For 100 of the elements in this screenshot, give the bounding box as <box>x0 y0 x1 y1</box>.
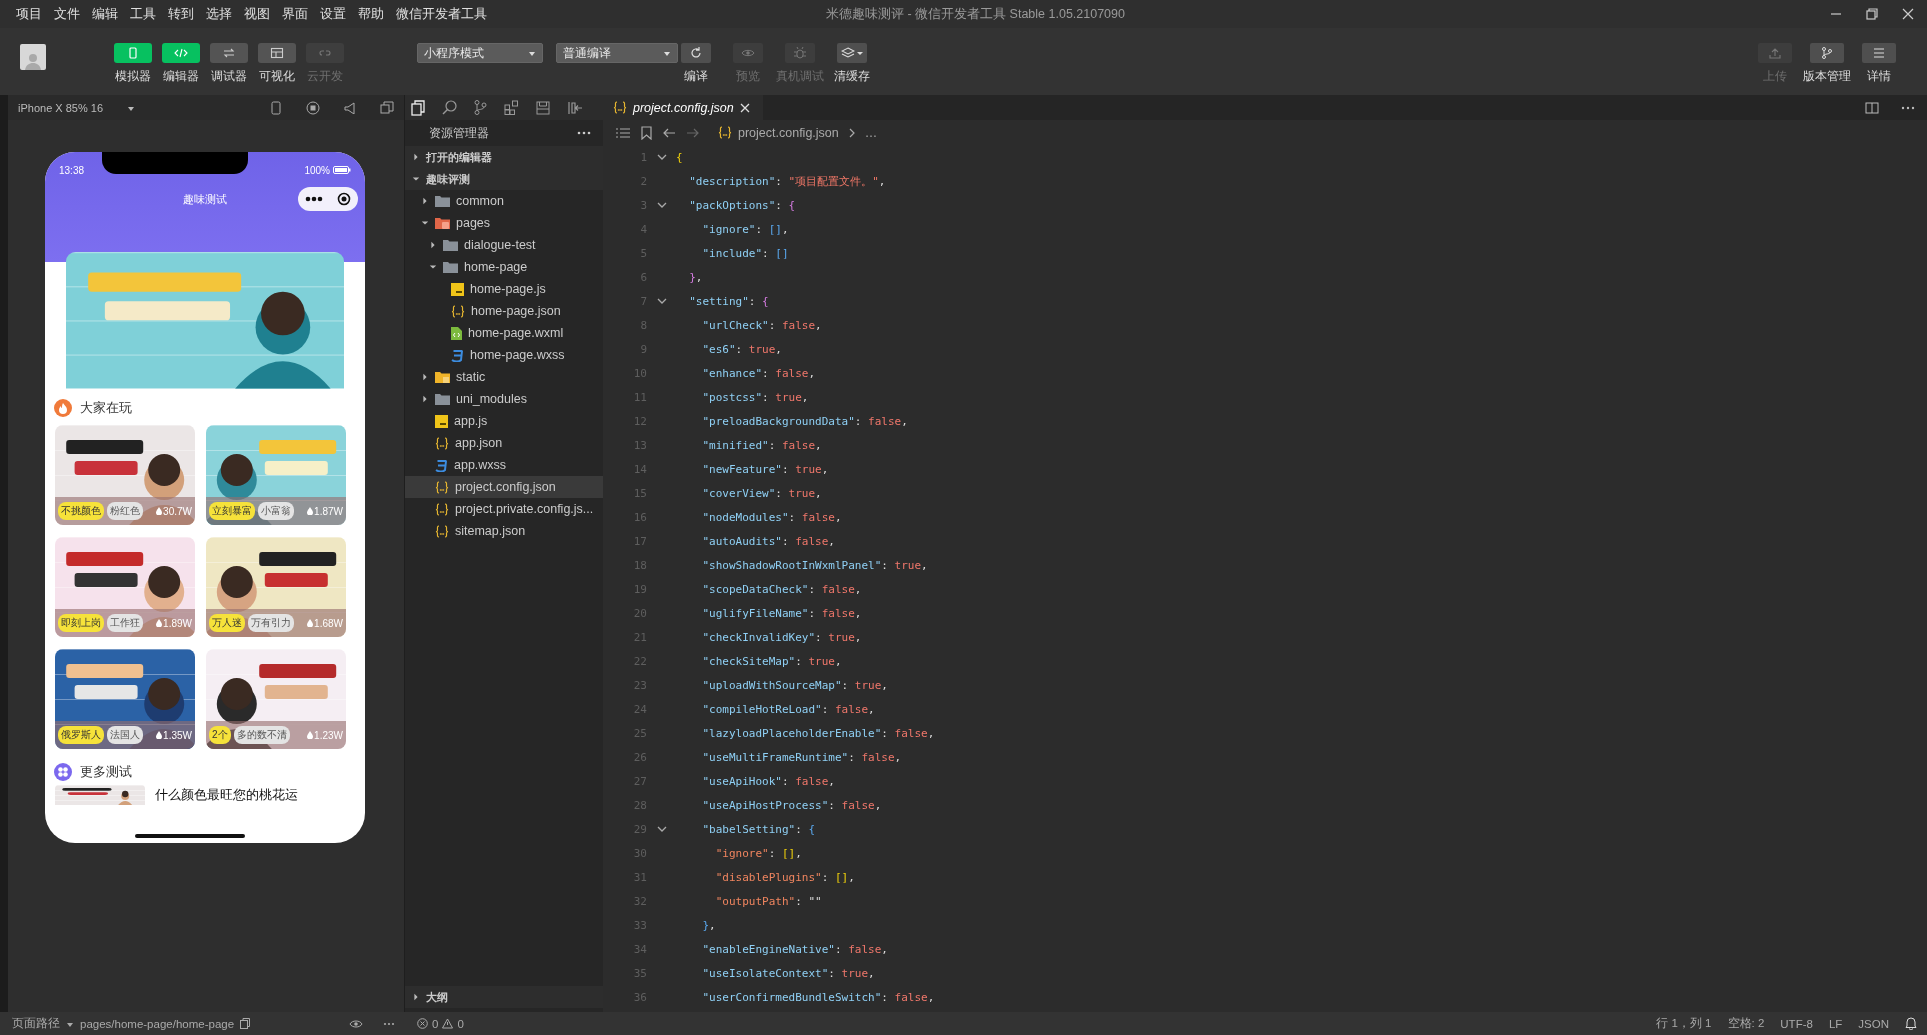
file-tree-item[interactable]: project.private.config.js... <box>405 498 603 520</box>
speaker-icon[interactable] <box>344 101 356 114</box>
save-icon[interactable] <box>536 100 550 115</box>
branch-icon[interactable] <box>474 100 487 115</box>
toolbar-button[interactable] <box>681 43 711 63</box>
status-item[interactable]: 空格: 2 <box>1727 1016 1765 1031</box>
search-icon[interactable] <box>442 100 457 115</box>
section-header[interactable]: 趣味评测 <box>405 168 603 190</box>
file-tree-item[interactable]: dialogue-test <box>405 234 603 256</box>
code-line: "checkInvalidKey": true, <box>702 630 862 644</box>
menu-item[interactable]: 设置 <box>318 5 348 23</box>
panel-title: 资源管理器 <box>429 125 489 141</box>
compile-select[interactable]: 普通编译 <box>556 43 678 63</box>
forward-arrow-icon[interactable] <box>686 126 700 139</box>
back-arrow-icon[interactable] <box>662 126 676 139</box>
bookmark-icon[interactable] <box>641 125 652 140</box>
toolbar-button[interactable] <box>1862 43 1896 63</box>
tag: 2个 <box>209 726 231 744</box>
code-line: "babelSetting": { <box>702 822 816 836</box>
menu-item[interactable]: 选择 <box>204 5 234 23</box>
menu-item[interactable]: 文件 <box>52 5 82 23</box>
phone-icon[interactable] <box>270 100 282 115</box>
status-time: 13:38 <box>59 164 85 176</box>
menu-item[interactable]: 帮助 <box>356 5 386 23</box>
windows-icon[interactable] <box>380 100 394 115</box>
test-card[interactable]: 即刻上岗 工作狂 1.89W <box>55 537 195 637</box>
list-icon[interactable] <box>615 126 631 139</box>
menu-item[interactable]: 微信开发者工具 <box>394 5 489 23</box>
file-tree-item[interactable]: home-page <box>405 256 603 278</box>
menu-item[interactable]: 视图 <box>242 5 272 23</box>
file-tree-item[interactable]: app.wxss <box>405 454 603 476</box>
files-icon[interactable] <box>411 99 425 116</box>
button-label: 编译 <box>684 68 708 85</box>
extensions-icon[interactable] <box>504 100 519 115</box>
collapse-panel-icon[interactable] <box>567 100 583 115</box>
restore-icon[interactable] <box>1865 7 1879 21</box>
tag: 小富翁 <box>258 502 294 520</box>
menu-item[interactable]: 界面 <box>280 5 310 23</box>
target-icon[interactable] <box>337 192 351 206</box>
menu-item[interactable]: 工具 <box>128 5 158 23</box>
status-item[interactable]: JSON <box>1858 1017 1889 1030</box>
copy-icon[interactable] <box>240 1018 251 1029</box>
device-select[interactable]: iPhone X 85% 16 <box>18 101 103 114</box>
record-icon[interactable] <box>306 100 320 115</box>
eye-icon[interactable] <box>349 1018 363 1029</box>
view-toggle-button[interactable] <box>210 43 248 63</box>
file-tree-item[interactable]: home-page.json <box>405 300 603 322</box>
page-path-select[interactable]: 页面路径 <box>12 1016 60 1031</box>
test-card[interactable]: 立刻暴富 小富翁 1.87W <box>206 425 346 525</box>
file-tree-item[interactable]: app.js <box>405 410 603 432</box>
file-tree-item[interactable]: home-page.wxml <box>405 322 603 344</box>
mode-select[interactable]: 小程序模式 <box>417 43 543 63</box>
warning-icon[interactable] <box>442 1018 454 1029</box>
section-header[interactable]: 打开的编辑器 <box>405 146 603 168</box>
drop-icon <box>156 507 163 515</box>
json-file-icon <box>435 502 449 516</box>
test-card[interactable]: 不挑颜色 粉红色 30.7W <box>55 425 195 525</box>
section-header[interactable]: 大纲 <box>405 986 603 1008</box>
code-line: "minified": false, <box>702 438 822 452</box>
warning-count[interactable]: 0 <box>457 1017 464 1030</box>
bell-icon[interactable] <box>1905 1017 1917 1030</box>
menu-item[interactable]: 项目 <box>14 5 44 23</box>
file-tree-item[interactable]: app.json <box>405 432 603 454</box>
menu-item[interactable]: 编辑 <box>90 5 120 23</box>
capsule-button[interactable] <box>298 187 358 211</box>
toolbar-button[interactable] <box>837 43 867 63</box>
close-icon[interactable] <box>739 102 750 113</box>
test-card[interactable]: 俄罗斯人 法国人 1.35W <box>55 649 195 749</box>
file-tree-item[interactable]: uni_modules <box>405 388 603 410</box>
status-item[interactable]: 行 1，列 1 <box>1656 1016 1712 1031</box>
caret-icon <box>528 49 536 57</box>
file-tree-item[interactable]: sitemap.json <box>405 520 603 542</box>
error-icon[interactable] <box>417 1018 428 1029</box>
tag: 不挑颜色 <box>58 502 104 520</box>
close-icon[interactable] <box>1901 7 1915 21</box>
code-line: "autoAudits": false, <box>702 534 835 548</box>
file-tree-item[interactable]: pages <box>405 212 603 234</box>
file-tree-item[interactable]: common <box>405 190 603 212</box>
test-card[interactable]: 万人迷 万有引力 1.68W <box>206 537 346 637</box>
breadcrumb-item[interactable]: … <box>864 125 878 140</box>
link-icon <box>318 47 332 59</box>
split-editor-icon[interactable] <box>1865 101 1879 114</box>
view-toggle-button[interactable] <box>162 43 200 63</box>
view-toggle-button[interactable] <box>114 43 152 63</box>
status-item[interactable]: LF <box>1828 1017 1843 1030</box>
file-tree-item[interactable]: home-page.js <box>405 278 603 300</box>
status-item[interactable]: UTF-8 <box>1780 1017 1813 1030</box>
view-toggle-button[interactable] <box>258 43 296 63</box>
more-icon[interactable] <box>1901 105 1915 110</box>
file-tree-item[interactable]: home-page.wxss <box>405 344 603 366</box>
editor-tab[interactable]: project.config.json <box>603 95 763 120</box>
more-icon[interactable] <box>577 131 591 135</box>
more-icon[interactable] <box>305 196 323 202</box>
file-tree-item[interactable]: static <box>405 366 603 388</box>
menu-item[interactable]: 转到 <box>166 5 196 23</box>
error-count[interactable]: 0 <box>432 1017 439 1030</box>
test-card[interactable]: 2个 多的数不清 1.23W <box>206 649 346 749</box>
breadcrumb-item[interactable]: project.config.json <box>738 125 839 140</box>
file-tree-item[interactable]: project.config.json <box>405 476 603 498</box>
toolbar-button[interactable] <box>1810 43 1844 63</box>
